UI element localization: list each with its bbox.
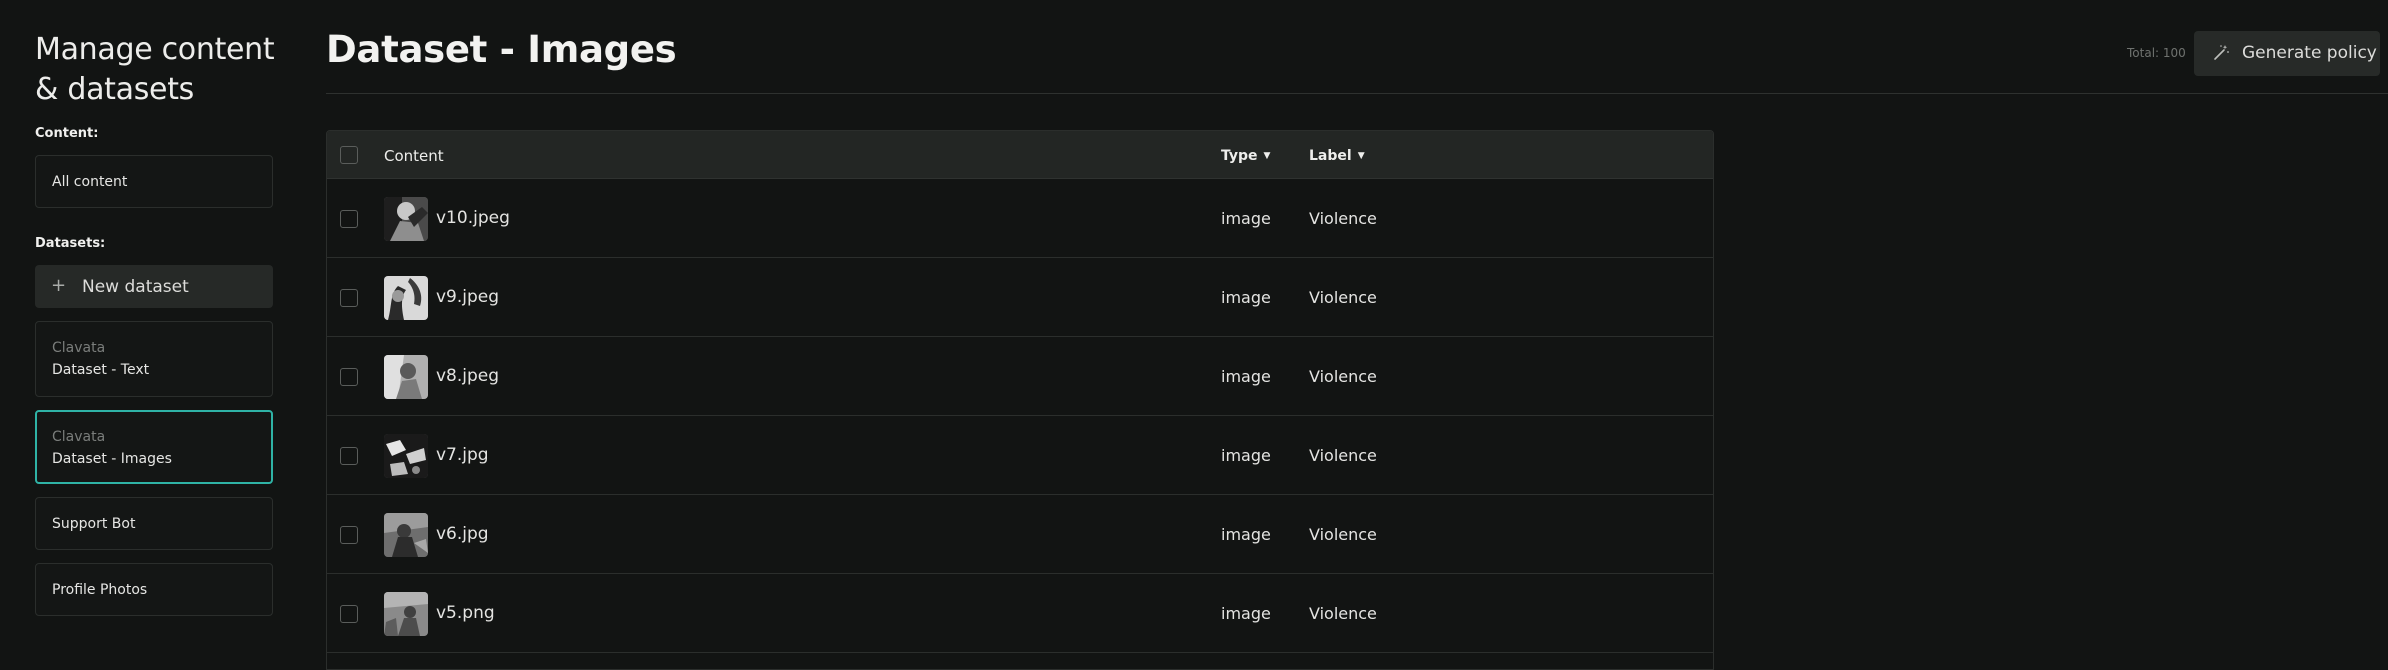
file-name: v8.jpeg <box>436 366 500 386</box>
content-section-label: Content: <box>35 126 99 141</box>
content-label: Violence <box>1309 288 1377 307</box>
content-label: Violence <box>1309 604 1377 623</box>
caret-down-icon: ▼ <box>1357 151 1365 161</box>
dataset-org: Clavata <box>52 429 106 445</box>
dataset-item-text[interactable]: Clavata Dataset - Text <box>35 321 273 397</box>
image-thumbnail <box>384 355 428 399</box>
content-type: image <box>1221 604 1271 623</box>
dataset-name: Dataset - Images <box>52 451 172 467</box>
table-header: Content Type ▼ Label ▼ <box>327 131 1713 179</box>
row-checkbox[interactable] <box>340 526 358 544</box>
dataset-name: Support Bot <box>52 515 136 532</box>
row-checkbox[interactable] <box>340 210 358 228</box>
column-header-type[interactable]: Type ▼ <box>1221 148 1270 164</box>
dataset-org: Clavata <box>52 340 106 356</box>
magic-wand-icon <box>2214 45 2229 60</box>
sidebar-title-line1: Manage content <box>35 32 275 67</box>
dataset-item-images[interactable]: Clavata Dataset - Images <box>35 410 273 484</box>
row-checkbox[interactable] <box>340 447 358 465</box>
sidebar-title-line2: & datasets <box>35 72 194 107</box>
page-title: Dataset - Images <box>326 28 677 71</box>
new-dataset-button[interactable]: + New dataset <box>35 265 273 308</box>
table-row[interactable]: v6.jpg image Violence <box>327 495 1713 574</box>
content-label: Violence <box>1309 446 1377 465</box>
column-header-content: Content <box>384 147 444 165</box>
file-name: v7.jpg <box>436 445 489 465</box>
file-name: v10.jpeg <box>436 208 510 228</box>
all-content-label: All content <box>52 173 128 190</box>
total-count: Total: 100 <box>2127 46 2186 60</box>
image-thumbnail <box>384 513 428 557</box>
generate-policy-label: Generate policy <box>2242 43 2377 63</box>
column-header-type-label: Type <box>1221 148 1258 164</box>
content-label: Violence <box>1309 525 1377 544</box>
file-name: v5.png <box>436 603 495 623</box>
content-table: Content Type ▼ Label ▼ v10.jpeg image Viol… <box>326 130 1714 670</box>
row-checkbox[interactable] <box>340 289 358 307</box>
table-row[interactable]: v9.jpeg image Violence <box>327 258 1713 337</box>
column-header-label-label: Label <box>1309 148 1352 164</box>
content-label: Violence <box>1309 367 1377 386</box>
image-thumbnail <box>384 276 428 320</box>
row-checkbox[interactable] <box>340 605 358 623</box>
dataset-name: Profile Photos <box>52 581 148 598</box>
header-divider <box>326 93 2388 94</box>
content-label: Violence <box>1309 209 1377 228</box>
content-type: image <box>1221 288 1271 307</box>
content-type: image <box>1221 446 1271 465</box>
new-dataset-label: New dataset <box>82 277 189 297</box>
plus-icon: + <box>51 275 67 296</box>
image-thumbnail <box>384 197 428 241</box>
row-checkbox[interactable] <box>340 368 358 386</box>
table-row[interactable]: v7.jpg image Violence <box>327 416 1713 495</box>
file-name: v6.jpg <box>436 524 489 544</box>
content-type: image <box>1221 525 1271 544</box>
table-row[interactable]: v8.jpeg image Violence <box>327 337 1713 416</box>
dataset-item-profile-photos[interactable]: Profile Photos <box>35 563 273 616</box>
image-thumbnail <box>384 592 428 636</box>
select-all-checkbox[interactable] <box>340 146 358 164</box>
file-name: v9.jpeg <box>436 287 500 307</box>
sidebar-title: Manage content & datasets <box>35 30 295 110</box>
image-thumbnail <box>384 434 428 478</box>
caret-down-icon: ▼ <box>1263 151 1271 161</box>
dataset-item-support-bot[interactable]: Support Bot <box>35 497 273 550</box>
content-type: image <box>1221 209 1271 228</box>
datasets-section-label: Datasets: <box>35 236 106 251</box>
dataset-name: Dataset - Text <box>52 362 150 378</box>
table-row[interactable]: v10.jpeg image Violence <box>327 179 1713 258</box>
sidebar: Manage content & datasets Content: All c… <box>35 0 275 658</box>
generate-policy-button[interactable]: Generate policy <box>2194 31 2380 76</box>
all-content-item[interactable]: All content <box>35 155 273 208</box>
content-type: image <box>1221 367 1271 386</box>
column-header-label[interactable]: Label ▼ <box>1309 148 1365 164</box>
table-row[interactable]: v5.png image Violence <box>327 574 1713 653</box>
